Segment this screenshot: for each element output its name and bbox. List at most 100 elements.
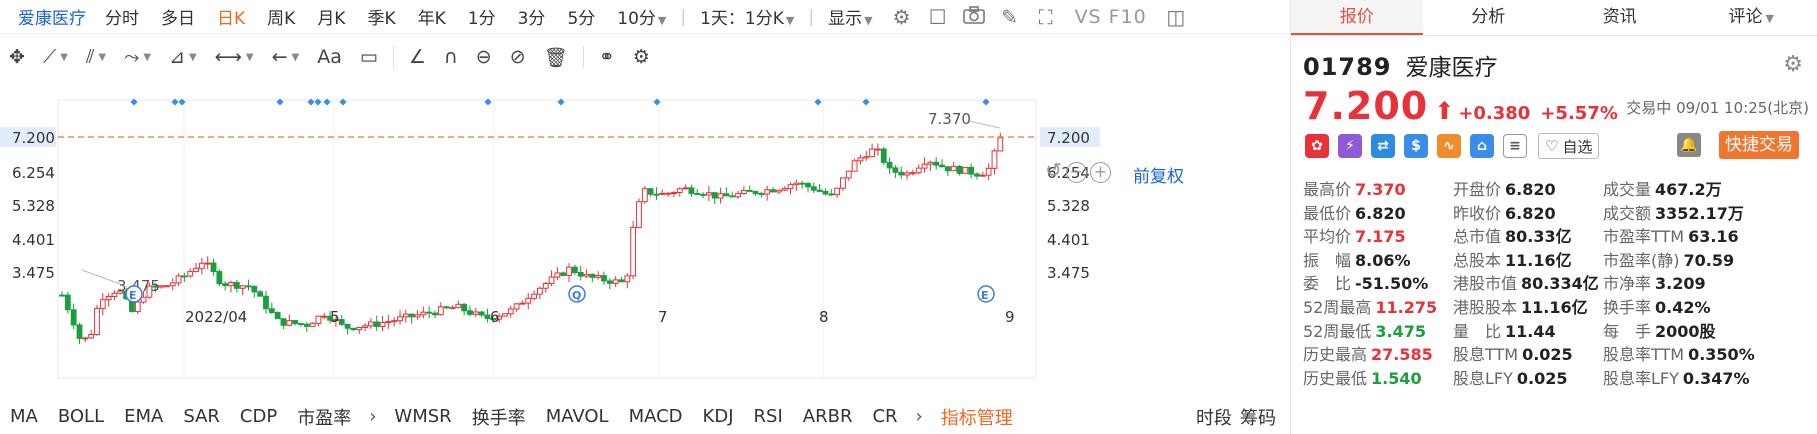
hide-icon[interactable]: ⊘	[501, 46, 535, 68]
notes-icon[interactable]: ≡	[1503, 134, 1527, 158]
indicator-mavol[interactable]: MAVOL	[536, 406, 619, 427]
candle-body	[373, 321, 380, 327]
vs-f10-button[interactable]: VS F10	[1064, 6, 1158, 28]
pencil-icon[interactable]: ✎	[992, 5, 1028, 29]
candle-body	[554, 272, 561, 278]
indicator-ema[interactable]: EMA	[114, 406, 173, 427]
candle-body	[915, 167, 922, 174]
draw-settings-icon[interactable]: ⚙	[624, 46, 659, 68]
wave-icon[interactable]: ∿	[1437, 134, 1461, 158]
candle-body	[263, 295, 269, 310]
zoom-out-icon[interactable]: −	[1066, 162, 1087, 183]
indicator-sar[interactable]: SAR	[173, 406, 230, 427]
chip-button[interactable]: 筹码	[1236, 404, 1290, 430]
indicator-pe[interactable]: 市盈率	[287, 404, 361, 430]
period-1min[interactable]: 1分	[457, 4, 507, 29]
period-10min-dropdown[interactable]: 10分 ▼	[606, 4, 677, 29]
combo-period-dropdown[interactable]: 1天：1分K ▼	[689, 4, 805, 29]
quote-cell: 最高价 7.370	[1303, 176, 1406, 200]
indicator-boll[interactable]: BOLL	[48, 406, 114, 427]
line-tool-dropdown[interactable]: ⟋ ▼	[34, 46, 77, 68]
connect-icon[interactable]: ⇄	[1371, 134, 1395, 158]
fib-tool-dropdown[interactable]: ⊿ ▼	[160, 46, 206, 68]
zoom-in-icon[interactable]: +	[1090, 162, 1111, 183]
candle-body	[723, 193, 730, 197]
display-dropdown[interactable]: 显示 ▼	[817, 4, 883, 29]
quick-trade-button[interactable]: 快捷交易	[1719, 131, 1799, 159]
period-daily-k[interactable]: 日K	[206, 4, 256, 29]
fullscreen-icon[interactable]: ⛶	[1028, 5, 1064, 29]
period-monthly-k[interactable]: 月K	[306, 4, 356, 29]
add-watchlist-button[interactable]: ♡ 自选	[1538, 133, 1600, 159]
arrow-tool-dropdown[interactable]: ← ▼	[263, 46, 309, 68]
comment-icon[interactable]: ▭	[351, 46, 387, 68]
indicator-ma[interactable]: MA	[0, 406, 48, 427]
lock-icon[interactable]: ⊖	[467, 46, 501, 68]
price-label-right-4401: 4.401	[1047, 231, 1090, 249]
trash-icon[interactable]: 🗑	[535, 46, 577, 69]
event-marker-e2[interactable]: E	[977, 285, 995, 303]
period-intraday[interactable]: 分时	[94, 4, 150, 29]
settings-gear-icon[interactable]: ⚙	[884, 5, 920, 29]
period-5min[interactable]: 5分	[556, 4, 606, 29]
indicator-cr[interactable]: CR	[862, 406, 907, 427]
candle-body	[857, 157, 864, 162]
tab-news[interactable]: 资讯	[1554, 0, 1686, 35]
indicator-turnover[interactable]: 换手率	[462, 404, 536, 430]
event-marker-e1[interactable]: E	[125, 285, 143, 303]
indicator-rsi[interactable]: RSI	[744, 406, 793, 427]
wave-tool-dropdown[interactable]: ⤳ ▼	[115, 46, 160, 68]
quote-value: 80.334亿	[1521, 274, 1599, 294]
link-icon[interactable]: ⚭	[590, 46, 624, 68]
period-yearly-k[interactable]: 年K	[407, 4, 457, 29]
text-tool[interactable]: Aa	[308, 46, 351, 68]
quote-cell: 港股股本 11.16亿	[1453, 294, 1588, 318]
tab-quote[interactable]: 报价	[1291, 0, 1423, 35]
chevron-right-icon[interactable]: ›	[361, 406, 384, 427]
kline-svg[interactable]: 7.200 6.254 5.328 4.401 3.475 7.200 6.25…	[0, 78, 1290, 398]
quote-value: -51.50%	[1355, 274, 1429, 294]
indicator-macd[interactable]: MACD	[619, 406, 693, 427]
period-3min[interactable]: 3分	[507, 4, 557, 29]
indicator-kdj[interactable]: KDJ	[693, 406, 744, 427]
magnet-icon[interactable]: ∩	[435, 46, 467, 68]
candle-body	[793, 182, 800, 186]
event-marker-q[interactable]: Q	[568, 285, 586, 303]
indicator-cdp[interactable]: CDP	[230, 406, 287, 427]
candle-body	[834, 187, 841, 196]
panel-settings-icon[interactable]: ⚙	[1783, 52, 1803, 77]
indicator-wmsr[interactable]: WMSR	[384, 406, 461, 427]
bell-icon[interactable]: 🔔	[1677, 133, 1701, 157]
hk-flag-icon[interactable]: ✿	[1305, 134, 1329, 158]
quote-value: 2000股	[1655, 321, 1716, 341]
kline-chart[interactable]: 7.200 6.254 5.328 4.401 3.475 7.200 6.25…	[0, 78, 1290, 398]
dollar-icon[interactable]: $	[1404, 134, 1428, 158]
period-weekly-k[interactable]: 周K	[256, 4, 306, 29]
quote-key: 昨收价	[1453, 203, 1502, 223]
eraser-line-icon[interactable]: ∠	[400, 46, 435, 68]
measure-tool-dropdown[interactable]: ⟷ ▼	[206, 46, 263, 68]
session-button[interactable]: 时段	[1192, 404, 1236, 430]
period-multiday[interactable]: 多日	[150, 4, 206, 29]
panel-toggle-icon[interactable]: ◫	[1158, 5, 1194, 29]
price-adjust-button[interactable]: 前复权	[1133, 162, 1184, 187]
quote-key: 振 幅	[1303, 250, 1352, 270]
margin-icon[interactable]: ⚡	[1338, 134, 1362, 158]
indicator-manage-button[interactable]: 指标管理	[931, 404, 1023, 430]
tab-analysis[interactable]: 分析	[1423, 0, 1555, 35]
period-quarterly-k[interactable]: 季K	[356, 4, 406, 29]
quote-value: 11.44	[1505, 321, 1556, 341]
tag-icon[interactable]: ⌂	[1470, 134, 1494, 158]
last-price: 7.200	[1303, 84, 1429, 128]
stock-title-link[interactable]: 爱康医疗	[0, 4, 94, 29]
camera-icon[interactable]	[956, 5, 992, 29]
indicator-arbr[interactable]: ARBR	[793, 406, 863, 427]
layout-square-icon[interactable]: ☐	[920, 5, 956, 29]
chevron-right-icon[interactable]: ›	[908, 406, 931, 427]
move-cross-icon[interactable]: ✥	[0, 46, 34, 68]
channel-tool-dropdown[interactable]: ⫽ ▼	[77, 46, 115, 68]
undo-icon[interactable]: ↺	[1043, 160, 1064, 183]
tab-comments[interactable]: 评论 ▼	[1686, 0, 1817, 35]
candle-body	[233, 282, 240, 289]
quote-key: 平均价	[1303, 227, 1352, 247]
